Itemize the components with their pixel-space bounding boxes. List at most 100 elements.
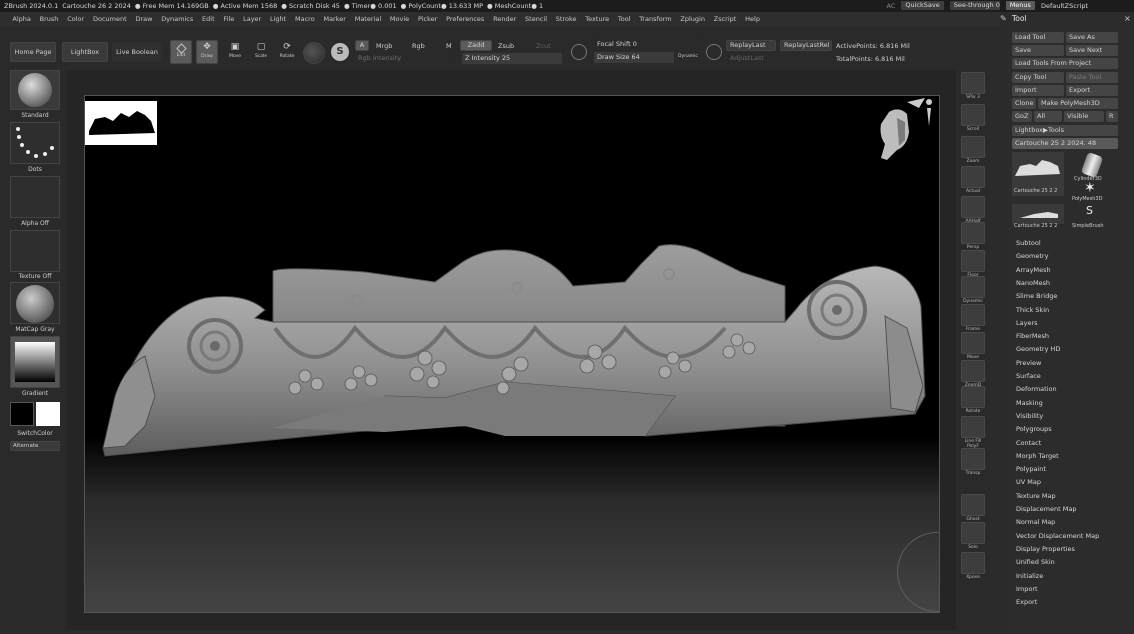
current-tool-slider[interactable]: Cartouche 25 2 2024. 48 — [1012, 138, 1118, 149]
subpalette-polypaint[interactable]: Polypaint — [1016, 465, 1046, 473]
a-toggle[interactable]: A — [355, 40, 369, 51]
subpalette-deformation[interactable]: Deformation — [1016, 385, 1057, 393]
subpalette-polygroups[interactable]: Polygroups — [1016, 425, 1052, 433]
menu-transform[interactable]: Transform — [635, 15, 676, 23]
menu-brush[interactable]: Brush — [35, 15, 63, 23]
menu-zscript[interactable]: Zscript — [709, 15, 740, 23]
subpalette-layers[interactable]: Layers — [1016, 319, 1038, 327]
menu-edit[interactable]: Edit — [198, 15, 219, 23]
make-polymesh3d-button[interactable]: Make PolyMesh3D — [1038, 98, 1118, 109]
subpalette-masking[interactable]: Masking — [1016, 399, 1043, 407]
subpalette-contact[interactable]: Contact — [1016, 439, 1041, 447]
subpalette-visibility[interactable]: Visibility — [1016, 412, 1043, 420]
menu-alpha[interactable]: Alpha — [8, 15, 35, 23]
menus-button[interactable]: Menus — [1005, 1, 1035, 10]
copy-tool-button[interactable]: Copy Tool — [1012, 72, 1064, 83]
view-aahalf-button[interactable] — [961, 196, 985, 218]
view-scroll-button[interactable] — [961, 104, 985, 126]
view-persp-button[interactable] — [961, 222, 985, 244]
texture-thumbnail[interactable] — [10, 230, 60, 272]
subpalette-morph-target[interactable]: Morph Target — [1016, 452, 1059, 460]
subpalette-preview[interactable]: Preview — [1016, 359, 1041, 367]
document-viewport[interactable] — [84, 95, 940, 613]
see-through-slider[interactable]: See-through 0 — [949, 1, 1000, 10]
subpalette-import[interactable]: Import — [1016, 585, 1038, 593]
subpalette-displacement-map[interactable]: Displacement Map — [1016, 505, 1076, 513]
view-transp-button[interactable] — [961, 448, 985, 470]
subpalette-normal-map[interactable]: Normal Map — [1016, 518, 1055, 526]
menu-texture[interactable]: Texture — [581, 15, 614, 23]
save-button[interactable]: Save — [1012, 45, 1064, 56]
switchcolor-button[interactable]: SwitchColor — [10, 430, 60, 437]
zadd-toggle[interactable]: Zadd — [460, 40, 492, 51]
save-next-button[interactable]: Save Next — [1066, 45, 1118, 56]
view-move-button[interactable] — [961, 332, 985, 354]
menu-stroke[interactable]: Stroke — [551, 15, 581, 23]
view-rotate-button[interactable] — [961, 386, 985, 408]
dynamic-toggle[interactable]: Dynamic — [678, 54, 698, 59]
menu-render[interactable]: Render — [489, 15, 521, 23]
menu-picker[interactable]: Picker — [414, 15, 442, 23]
scale-button[interactable]: ▢ Scale — [250, 40, 272, 64]
menu-color[interactable]: Color — [63, 15, 89, 23]
menu-preferences[interactable]: Preferences — [442, 15, 489, 23]
edit-button[interactable]: Edit — [170, 40, 192, 64]
subpalette-fibermesh[interactable]: FiberMesh — [1016, 332, 1049, 340]
goz-r-button[interactable]: R — [1106, 111, 1118, 122]
subpalette-arraymesh[interactable]: ArrayMesh — [1016, 266, 1051, 274]
stroke-thumbnail[interactable] — [10, 122, 60, 164]
view-ghost-button[interactable] — [961, 494, 985, 516]
menu-marker[interactable]: Marker — [319, 15, 350, 23]
menu-dynamics[interactable]: Dynamics — [157, 15, 198, 23]
menu-light[interactable]: Light — [266, 15, 291, 23]
simplebrush-icon[interactable]: S — [1086, 204, 1093, 217]
goz-button[interactable]: GoZ — [1012, 111, 1032, 122]
subpalette-export[interactable]: Export — [1016, 598, 1037, 606]
live-boolean-button[interactable]: Live Boolean — [112, 42, 162, 62]
menu-document[interactable]: Document — [89, 15, 131, 23]
view-zoom-button[interactable] — [961, 136, 985, 158]
clone-button[interactable]: Clone — [1012, 98, 1036, 109]
menu-draw[interactable]: Draw — [131, 15, 157, 23]
draw-button[interactable]: ✥ Draw — [196, 40, 218, 64]
default-zscript-button[interactable]: DefaultZScript — [1041, 2, 1088, 10]
load-tool-button[interactable]: Load Tool — [1012, 32, 1064, 43]
rgb-intensity-slider[interactable]: Rgb Intensity — [355, 53, 455, 64]
material-thumbnail[interactable] — [10, 282, 60, 324]
export-button[interactable]: Export — [1066, 85, 1118, 96]
menu-layer[interactable]: Layer — [239, 15, 266, 23]
view-xpose-button[interactable] — [961, 552, 985, 574]
zsub-toggle[interactable]: Zsub — [498, 42, 514, 50]
alpha-thumbnail[interactable] — [10, 176, 60, 218]
view-frame-button[interactable] — [961, 304, 985, 326]
navigation-circle[interactable] — [897, 532, 939, 612]
menu-stencil[interactable]: Stencil — [521, 15, 552, 23]
subpalette-nanomesh[interactable]: NanoMesh — [1016, 279, 1050, 287]
brush-thumbnail[interactable] — [10, 70, 60, 110]
zcut-toggle[interactable]: Zcut — [536, 42, 551, 50]
close-icon[interactable]: × — [1124, 14, 1131, 23]
polymesh3d-star-icon[interactable]: ✶ — [1084, 180, 1096, 196]
subpalette-display-properties[interactable]: Display Properties — [1016, 545, 1075, 553]
draw-size-slider[interactable]: Draw Size 64 — [594, 52, 674, 63]
goz-visible-button[interactable]: Visible — [1064, 111, 1104, 122]
save-as-button[interactable]: Save As — [1066, 32, 1118, 43]
menu-material[interactable]: Material — [350, 15, 385, 23]
alternate-button[interactable]: Alternate — [10, 441, 60, 451]
replaylastrel-button[interactable]: ReplayLastRel — [780, 40, 832, 51]
quicksave-button[interactable]: QuickSave — [901, 1, 944, 10]
view-zoomd-button[interactable] — [961, 360, 985, 382]
subpalette-texture-map[interactable]: Texture Map — [1016, 492, 1056, 500]
view-line-fill-polyf-button[interactable] — [961, 416, 985, 438]
lightbox-button[interactable]: LightBox — [62, 42, 108, 62]
subpalette-geometry[interactable]: Geometry — [1016, 252, 1048, 260]
subpalette-subtool[interactable]: Subtool — [1016, 239, 1041, 247]
subpalette-initialize[interactable]: Initialize — [1016, 572, 1043, 580]
primary-color-swatch[interactable] — [10, 402, 34, 426]
paste-tool-button[interactable]: Paste Tool — [1066, 72, 1118, 83]
subpalette-slime-bridge[interactable]: Slime Bridge — [1016, 292, 1057, 300]
view-spix-3-button[interactable] — [961, 72, 985, 94]
home-page-button[interactable]: Home Page — [10, 42, 56, 62]
subpalette-unified-skin[interactable]: Unified Skin — [1016, 558, 1055, 566]
menu-file[interactable]: File — [219, 15, 239, 23]
